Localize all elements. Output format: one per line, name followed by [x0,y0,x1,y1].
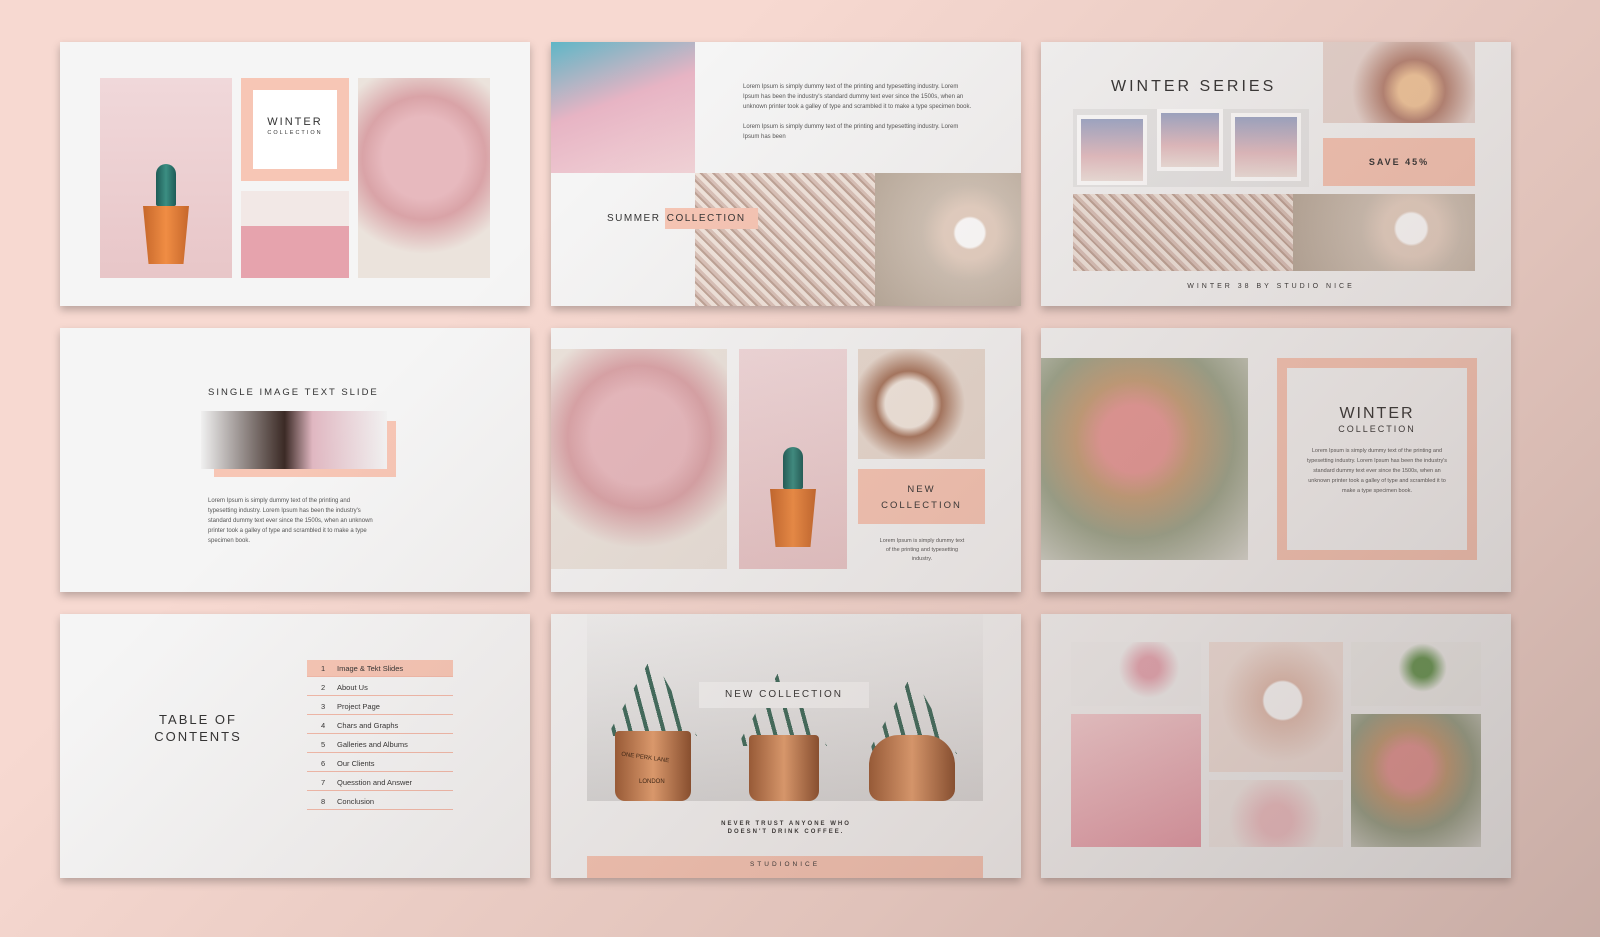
slide-subtitle: COLLECTION [267,130,323,136]
succulents-photo: ONE PERK LANE LONDON NEW COLLECTION [587,614,983,801]
slide-title: SINGLE IMAGE TEXT SLIDE [208,387,379,398]
toc-item[interactable]: 6 Our Clients [307,755,453,772]
gift-photo [1209,642,1343,772]
quote-line: DOESN'T DRINK COFFEE. [727,829,845,835]
badge-text: SAVE 45% [1368,157,1430,167]
page: { "slide1": { "title": "WINTER", "subtit… [0,0,1600,937]
title-line: COLLECTION [881,500,962,511]
toc-item[interactable]: 7 Quesstion and Answer [307,774,453,791]
collection-label: SUMMER COLLECTION [607,208,758,229]
text-block: Lorem Ipsum is simply dummy text of the … [743,82,975,142]
pot-text: LONDON [639,779,665,785]
paragraph: Lorem Ipsum is simply dummy text of the … [1306,448,1448,494]
slide-winter-series[interactable]: WINTER SERIES SAVE 45% WINTER 38 BY STUD… [1041,42,1511,306]
slide-title: WINTER SERIES [1111,78,1277,95]
paragraph: Lorem Ipsum is simply dummy text of the … [743,84,972,110]
candle-photo [1323,42,1475,123]
title-line: TABLE OF [159,712,237,727]
slide-subtitle: COLLECTION [1338,424,1416,434]
discount-badge: SAVE 45% [1323,138,1475,186]
label-collection: COLLECTION [664,208,758,229]
bubblegum-girl-photo [551,42,695,173]
flowers-tea-photo [695,173,1021,306]
monstera-photo [1351,642,1481,706]
caption: Lorem Ipsum is simply dummy text of the … [879,538,965,562]
polaroid-photo [1231,113,1301,181]
slide-winter-collection[interactable]: WINTER COLLECTION [60,42,530,306]
toc-item[interactable]: 5 Galleries and Albums [307,736,453,753]
text-frame: WINTER COLLECTION Lorem Ipsum is simply … [1277,358,1477,560]
label-summer: SUMMER [607,213,665,224]
cactus-photo [739,349,847,569]
desk-flatlay-photo [858,349,985,459]
slide-table-of-contents[interactable]: TABLE OF CONTENTS 1 Image & Tekt Slides 2… [60,614,530,878]
polaroid-photo [1077,115,1147,185]
lilac-vase-photo [551,349,727,569]
title-box: NEW COLLECTION [699,682,869,708]
toc-item[interactable]: 8 Conclusion [307,793,453,810]
tulip-woman-photo [1351,714,1481,847]
woman-photo [201,411,387,469]
flowers-tea-photo [1073,194,1475,271]
slide-summer-collection[interactable]: Lorem Ipsum is simply dummy text of the … [551,42,1021,306]
footer-bar: STUDIONICE [587,856,983,878]
slide-footer: WINTER 38 BY STUDIO NICE [1187,283,1355,290]
toc-item[interactable]: 2 About Us [307,679,453,696]
tulip-bouquet-photo [1041,358,1248,560]
slide-title: WINTER [1339,405,1415,422]
girl-photo [241,191,349,278]
slide-photo-gallery[interactable] [1041,614,1511,878]
title-block: TABLE OF CONTENTS [148,712,248,744]
footer-text: STUDIONICE [749,861,821,868]
quote-line: NEVER TRUST ANYONE WHO [721,821,851,827]
cactus-photo [100,78,232,278]
title-block: NEW COLLECTION [858,469,985,524]
hand-photo [1071,714,1201,847]
polaroid-photo [1157,109,1223,171]
title-frame: WINTER COLLECTION [241,78,349,181]
lilac-vase-photo [358,78,490,278]
rose-vase-photo [1071,642,1201,706]
slide-winter-collection-2[interactable]: WINTER COLLECTION Lorem Ipsum is simply … [1041,328,1511,592]
slide-new-collection-plants[interactable]: ONE PERK LANE LONDON NEW COLLECTION NEVE… [551,614,1021,878]
quote: NEVER TRUST ANYONE WHO DOESN'T DRINK COF… [551,821,1021,835]
toc-item[interactable]: 3 Project Page [307,698,453,715]
slide-title: WINTER [267,116,323,128]
toc-item[interactable]: 1 Image & Tekt Slides [307,660,453,677]
polaroid-strip [1073,109,1309,187]
paragraph: Lorem Ipsum is simply dummy text of the … [208,498,373,544]
slide-new-collection[interactable]: NEW COLLECTION Lorem Ipsum is simply dum… [551,328,1021,592]
lily-photo [1209,780,1343,847]
slide-single-image-text[interactable]: SINGLE IMAGE TEXT SLIDE Lorem Ipsum is s… [60,328,530,592]
slide-title: NEW COLLECTION [724,689,843,700]
toc-item[interactable]: 4 Chars and Graphs [307,717,453,734]
title-line: NEW [907,484,936,495]
pot-text: ONE PERK LANE [620,751,670,765]
title-line: CONTENTS [154,729,242,744]
paragraph: Lorem Ipsum is simply dummy text of the … [743,124,959,140]
toc-list: 1 Image & Tekt Slides 2 About Us 3 Project … [307,660,453,810]
